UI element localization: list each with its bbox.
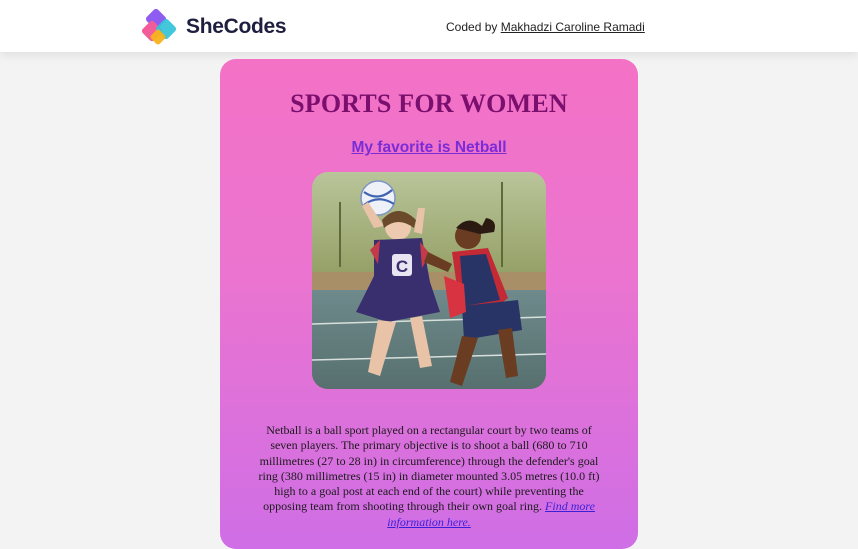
coded-by-credit: Coded by Makhadzi Caroline Ramadi — [446, 20, 645, 34]
netball-players-image: C — [312, 172, 546, 389]
shecodes-logo[interactable]: SheCodes — [142, 7, 287, 47]
brand-name: SheCodes — [186, 15, 287, 38]
coded-by-prefix: Coded by — [446, 20, 501, 34]
player-bib-letter: C — [396, 257, 408, 276]
author-link[interactable]: Makhadzi Caroline Ramadi — [501, 20, 645, 34]
netball-photo: C — [312, 172, 546, 389]
sport-card: SPORTS FOR WOMEN My favorite is Netball — [220, 59, 638, 549]
top-navigation-bar: SheCodes Coded by Makhadzi Caroline Rama… — [0, 0, 858, 52]
favorite-sport-heading[interactable]: My favorite is Netball — [220, 139, 638, 157]
shecodes-logo-icon — [142, 8, 177, 45]
page-title: SPORTS FOR WOMEN — [290, 89, 568, 118]
netball-description: Netball is a ball sport played on a rect… — [254, 423, 604, 530]
